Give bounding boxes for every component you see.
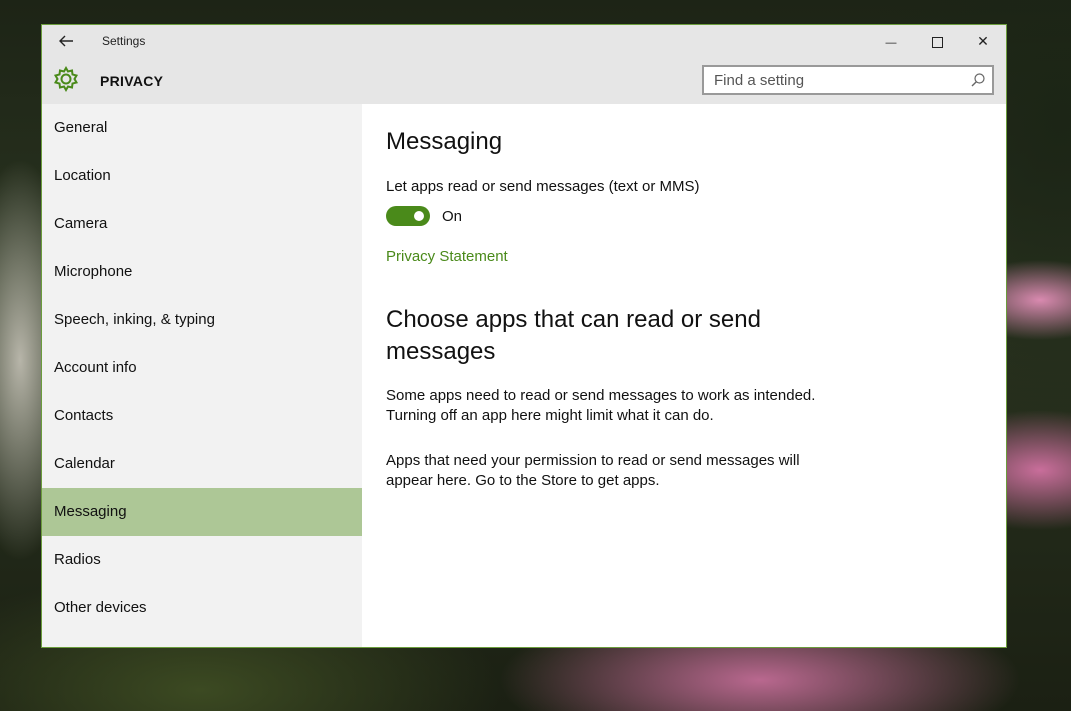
close-button[interactable]: ✕	[960, 25, 1006, 57]
sidebar-item-location[interactable]: Location	[42, 152, 362, 200]
maximize-icon	[931, 36, 943, 48]
empty-state-text: Apps that need your permission to read o…	[386, 452, 800, 489]
privacy-statement-link[interactable]: Privacy Statement	[386, 248, 508, 265]
messaging-toggle[interactable]	[386, 206, 430, 226]
sidebar-item-other-devices[interactable]: Other devices	[42, 584, 362, 632]
title-bar: Settings — ✕	[42, 25, 1006, 57]
search-input[interactable]	[704, 67, 964, 93]
sidebar-item-radios[interactable]: Radios	[42, 536, 362, 584]
sidebar-item-camera[interactable]: Camera	[42, 200, 362, 248]
minimize-icon: —	[885, 37, 897, 49]
arrow-left-icon[interactable]	[56, 31, 76, 51]
section-heading: Choose apps that can read or send messag…	[386, 306, 761, 365]
sidebar-item-microphone[interactable]: Microphone	[42, 248, 362, 296]
sidebar-item-general[interactable]: General	[42, 104, 362, 152]
search-box[interactable]	[702, 65, 994, 95]
maximize-button[interactable]	[914, 25, 960, 57]
toggle-knob	[414, 211, 424, 221]
window-title: Settings	[102, 34, 146, 48]
sidebar-item-account-info[interactable]: Account info	[42, 344, 362, 392]
sidebar-item-calendar[interactable]: Calendar	[42, 440, 362, 488]
sidebar: General Location Camera Microphone Speec…	[42, 104, 362, 647]
main-content: Messaging Let apps read or send messages…	[386, 104, 1006, 647]
gear-icon	[52, 65, 80, 93]
close-icon: ✕	[977, 33, 989, 49]
description-text: Some apps need to read or send messages …	[386, 387, 816, 424]
page-header: PRIVACY	[42, 57, 1006, 104]
minimize-button[interactable]: —	[868, 25, 914, 57]
toggle-label: Let apps read or send messages (text or …	[386, 178, 700, 195]
sidebar-item-contacts[interactable]: Contacts	[42, 392, 362, 440]
page-section-title: PRIVACY	[100, 73, 164, 89]
sidebar-item-messaging[interactable]: Messaging	[42, 488, 362, 536]
sidebar-item-speech[interactable]: Speech, inking, & typing	[42, 296, 362, 344]
settings-window: Settings — ✕ PRIVACY Find a setting Gene…	[41, 24, 1007, 648]
toggle-state-label: On	[442, 208, 463, 225]
search-icon[interactable]	[970, 72, 986, 88]
page-title: Messaging	[386, 128, 503, 155]
